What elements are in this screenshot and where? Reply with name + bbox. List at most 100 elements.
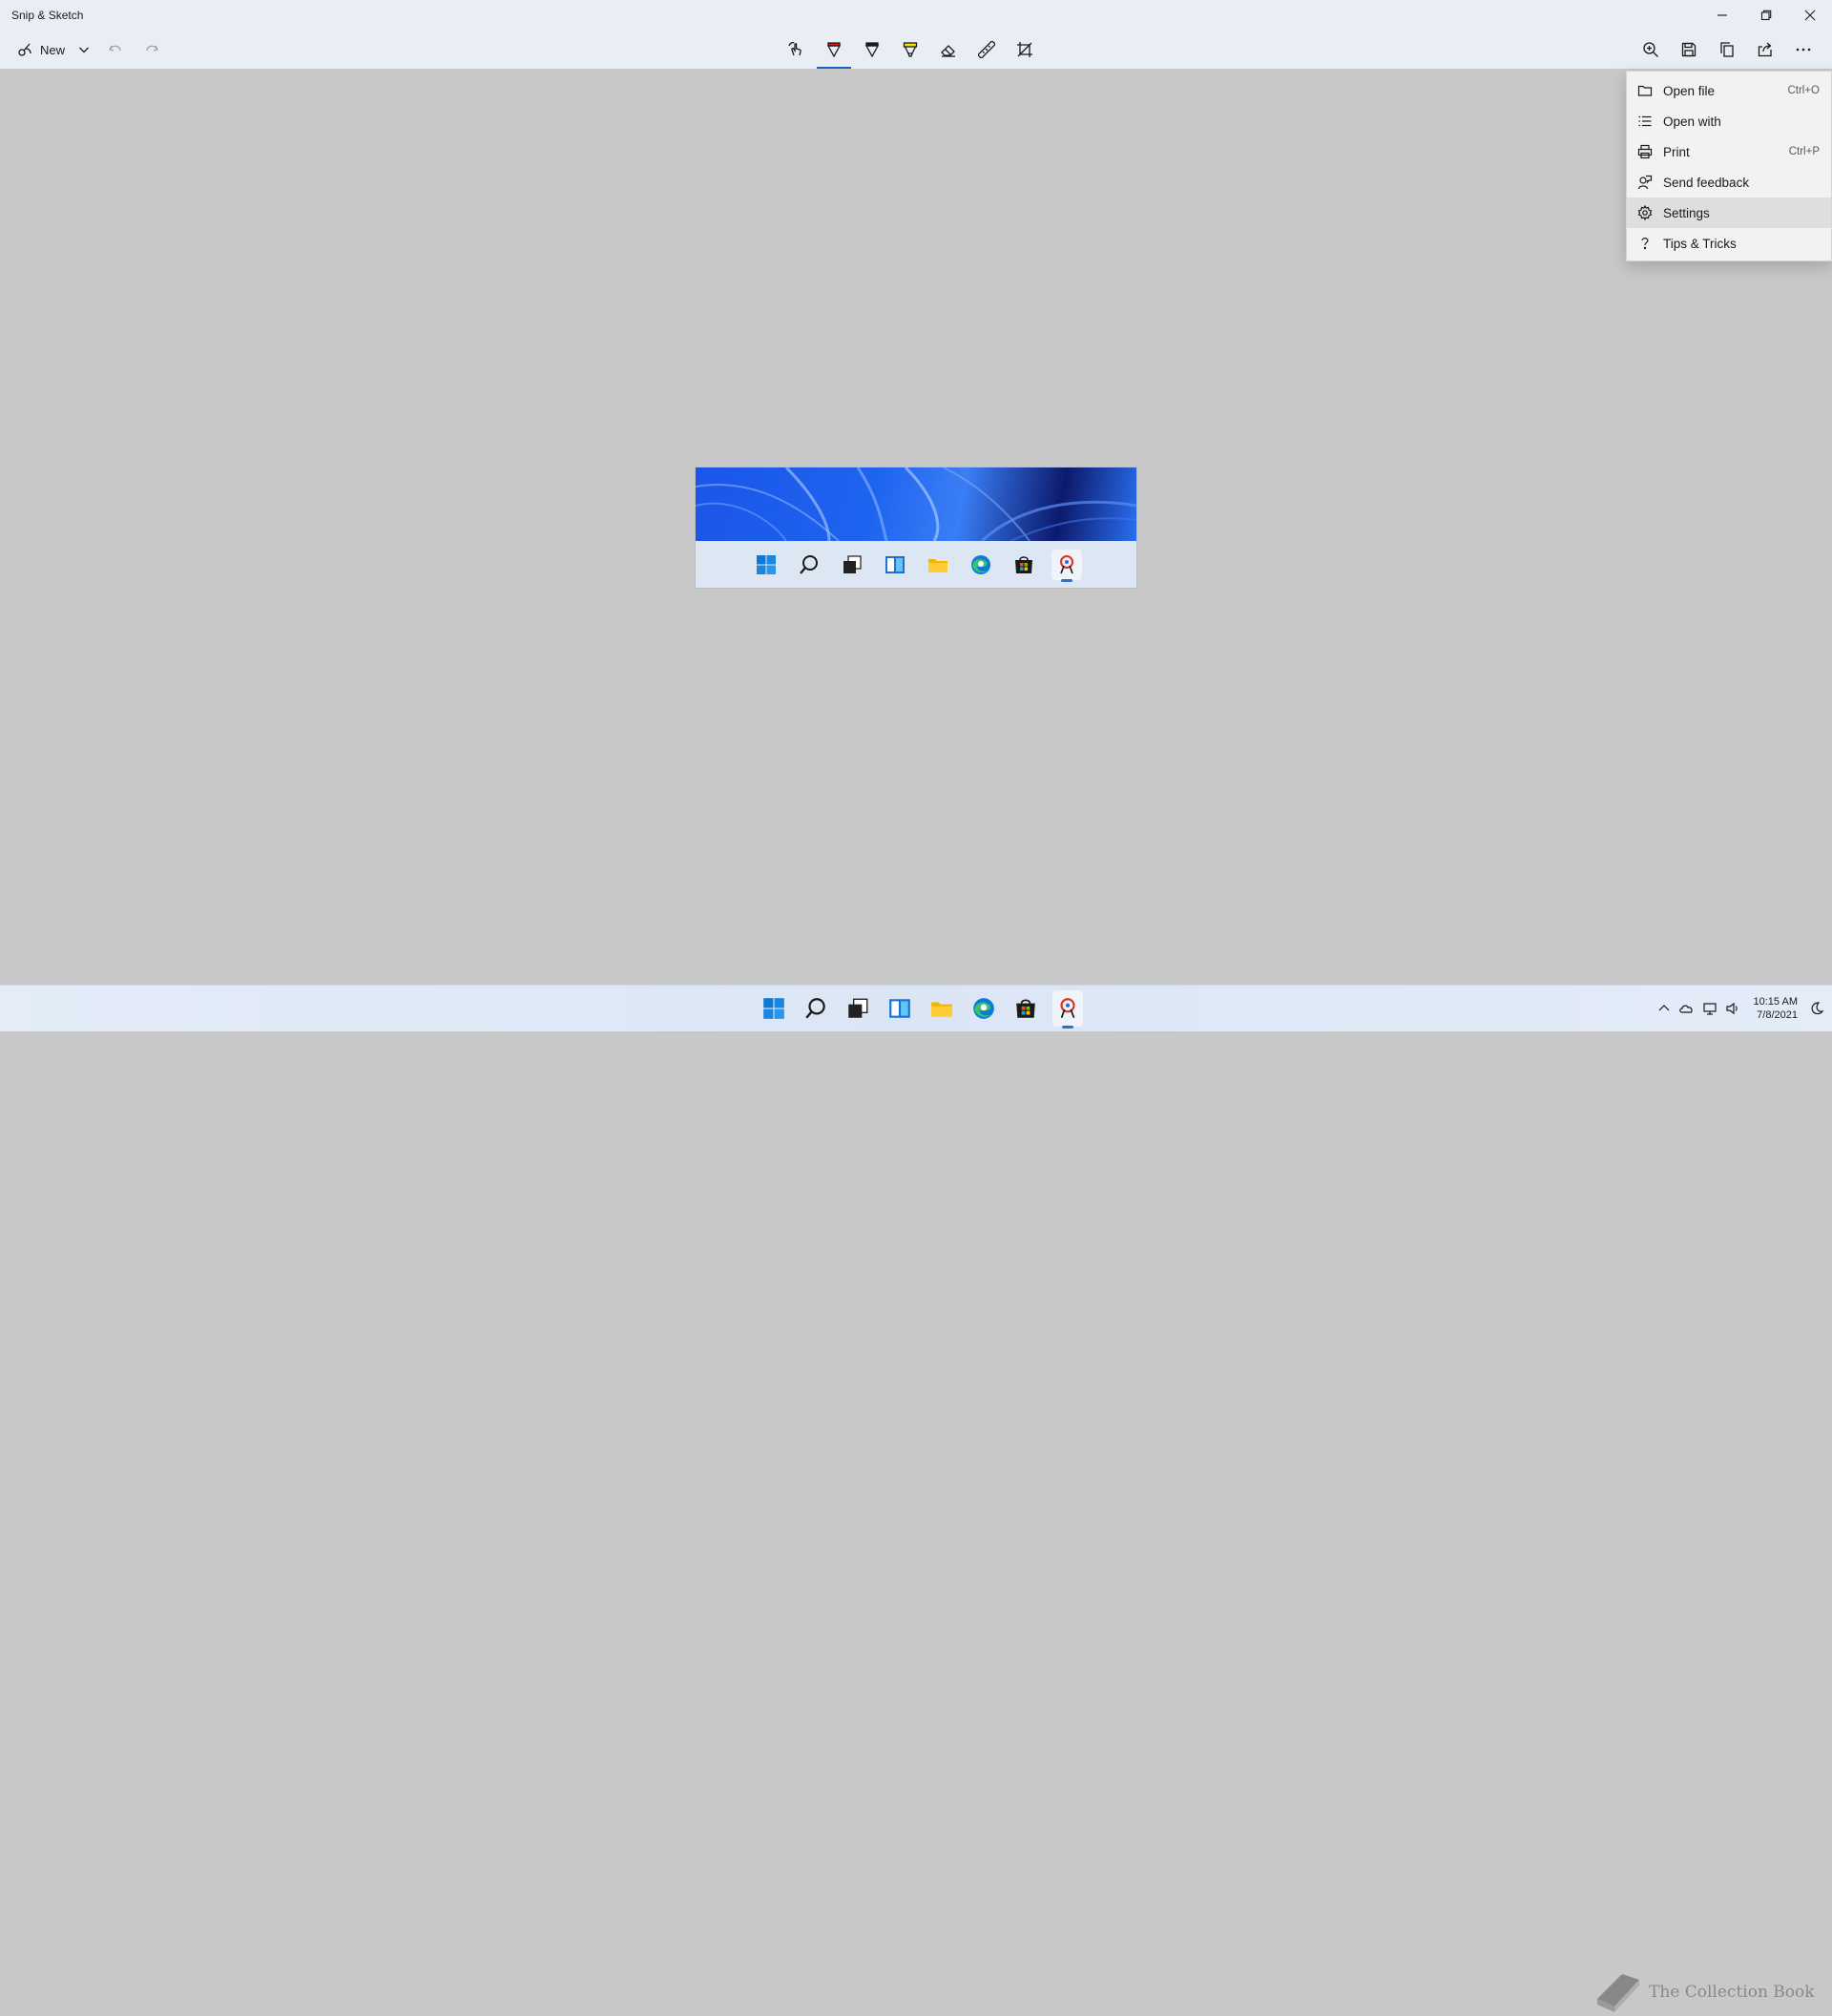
menu-item-print[interactable]: Print Ctrl+P xyxy=(1627,136,1831,167)
restore-icon xyxy=(1760,10,1772,21)
question-icon xyxy=(1636,235,1654,252)
undo-button[interactable] xyxy=(97,34,134,65)
taskbar-pinned-apps xyxy=(759,986,1083,1031)
edge-icon xyxy=(973,998,994,1019)
taskbar-start-button[interactable] xyxy=(759,990,789,1027)
menu-item-label: Open with xyxy=(1663,114,1721,129)
edge-icon xyxy=(970,554,990,574)
share-icon xyxy=(1758,42,1772,57)
pencil-icon xyxy=(864,42,880,58)
store-icon xyxy=(1016,999,1035,1018)
zoom-button[interactable] xyxy=(1632,34,1670,65)
printer-icon xyxy=(1636,143,1654,160)
share-button[interactable] xyxy=(1746,34,1784,65)
os-taskbar: The Collection Book 10:15 AM 7/8/2021 xyxy=(0,985,1832,2012)
store-icon xyxy=(1014,555,1032,573)
watermark-text: The Collection Book xyxy=(1649,1983,1815,2002)
title-bar: Snip & Sketch xyxy=(0,0,1832,31)
menu-item-send-feedback[interactable]: Send feedback xyxy=(1627,167,1831,197)
windows-start-icon xyxy=(756,554,776,574)
clock-date: 7/8/2021 xyxy=(1757,1009,1798,1021)
eraser-button[interactable] xyxy=(929,31,968,69)
snip-widgets-item xyxy=(880,550,910,580)
new-snip-button[interactable]: New xyxy=(10,34,71,65)
touch-writing-button[interactable] xyxy=(777,31,815,69)
more-button[interactable] xyxy=(1784,34,1822,65)
toolbar-left: New xyxy=(10,31,170,69)
ruler-icon xyxy=(978,41,995,58)
touch-writing-icon xyxy=(788,41,802,56)
taskbar-task-view-button[interactable] xyxy=(843,990,873,1027)
task-view-icon xyxy=(843,554,862,573)
chevron-down-icon xyxy=(79,47,89,53)
focus-assist-icon[interactable] xyxy=(1809,1001,1824,1016)
ballpoint-pen-icon xyxy=(826,42,842,58)
close-button[interactable] xyxy=(1788,0,1832,31)
ruler-button[interactable] xyxy=(968,31,1006,69)
clock-time: 10:15 AM xyxy=(1753,996,1798,1008)
save-icon xyxy=(1681,42,1697,57)
clock[interactable]: 10:15 AM 7/8/2021 xyxy=(1754,995,1798,1022)
snip-search-item xyxy=(794,550,824,580)
snip-start-item xyxy=(751,550,781,580)
widgets-icon xyxy=(889,999,910,1018)
gear-icon xyxy=(1636,204,1654,221)
highlighter-button[interactable] xyxy=(891,31,929,69)
redo-icon xyxy=(146,45,158,52)
menu-item-shortcut: Ctrl+P xyxy=(1788,146,1820,157)
taskbar-file-explorer-button[interactable] xyxy=(926,990,957,1027)
pencil-button[interactable] xyxy=(853,31,891,69)
menu-item-open-with[interactable]: Open with xyxy=(1627,106,1831,136)
copy-button[interactable] xyxy=(1708,34,1746,65)
close-icon xyxy=(1804,10,1816,21)
inking-tools xyxy=(777,31,1044,69)
wallpaper-swirl xyxy=(696,468,1136,541)
volume-icon[interactable] xyxy=(1725,1001,1740,1016)
snip-sketch-icon xyxy=(1059,554,1073,573)
snip-store-item xyxy=(1009,550,1039,580)
onedrive-icon[interactable] xyxy=(1678,1001,1695,1016)
minimize-button[interactable] xyxy=(1700,0,1744,31)
taskbar-search-button[interactable] xyxy=(801,990,831,1027)
menu-item-shortcut: Ctrl+O xyxy=(1787,85,1820,96)
menu-item-label: Tips & Tricks xyxy=(1663,236,1737,251)
folder-icon xyxy=(1636,82,1654,99)
snipped-image[interactable] xyxy=(696,468,1136,588)
crop-icon xyxy=(1017,42,1032,57)
crop-button[interactable] xyxy=(1006,31,1044,69)
menu-item-settings[interactable]: Settings xyxy=(1627,197,1831,228)
network-icon[interactable] xyxy=(1702,1001,1718,1016)
minimize-icon xyxy=(1718,14,1727,16)
undo-icon xyxy=(109,45,121,52)
windows-start-icon xyxy=(763,998,784,1019)
canvas[interactable] xyxy=(0,69,1832,985)
menu-item-label: Settings xyxy=(1663,205,1710,220)
ballpoint-pen-button[interactable] xyxy=(815,31,853,69)
system-tray: 10:15 AM 7/8/2021 xyxy=(1656,986,1824,1031)
window-controls xyxy=(1700,0,1832,31)
list-icon xyxy=(1636,113,1654,130)
menu-item-open-file[interactable]: Open file Ctrl+O xyxy=(1627,75,1831,106)
file-explorer-icon xyxy=(927,558,947,572)
new-dropdown-button[interactable] xyxy=(71,34,97,65)
menu-item-tips-tricks[interactable]: Tips & Tricks xyxy=(1627,228,1831,259)
toolbar: New xyxy=(0,31,1832,70)
more-options-menu: Open file Ctrl+O Open with Print Ctrl+P … xyxy=(1626,71,1832,261)
snip-snip-sketch-item xyxy=(1051,549,1082,582)
restore-button[interactable] xyxy=(1744,0,1788,31)
save-button[interactable] xyxy=(1670,34,1708,65)
redo-button[interactable] xyxy=(134,34,170,65)
snip-sketch-icon xyxy=(1060,998,1075,1019)
taskbar-edge-button[interactable] xyxy=(968,990,999,1027)
feedback-icon xyxy=(1636,174,1654,191)
taskbar-snip-sketch-button[interactable] xyxy=(1052,990,1083,1029)
file-explorer-icon xyxy=(931,1002,952,1017)
chevron-up-icon[interactable] xyxy=(1656,1001,1672,1016)
taskbar-widgets-button[interactable] xyxy=(885,990,915,1027)
menu-item-label: Open file xyxy=(1663,83,1716,98)
menu-item-label: Send feedback xyxy=(1663,175,1750,190)
copy-icon xyxy=(1720,42,1734,57)
eraser-icon xyxy=(941,45,955,57)
new-snip-icon xyxy=(18,43,31,56)
taskbar-store-button[interactable] xyxy=(1010,990,1041,1027)
